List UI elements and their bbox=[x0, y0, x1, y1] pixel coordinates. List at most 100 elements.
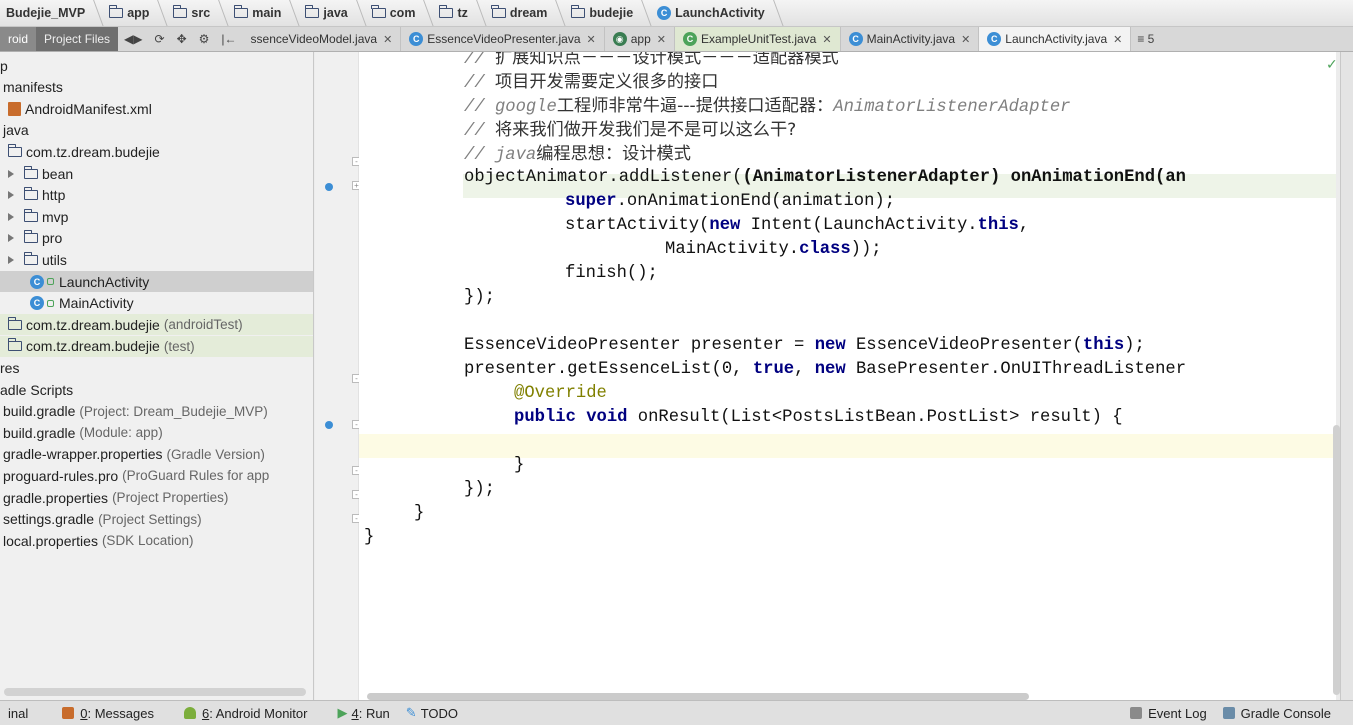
tree-node-label: http bbox=[42, 187, 66, 204]
close-tab-icon[interactable]: ✕ bbox=[961, 33, 970, 46]
editor-vertical-scrollbar[interactable] bbox=[1333, 425, 1340, 695]
run-icon: ▶ bbox=[337, 705, 348, 720]
code-line: // 项目开发需要定义很多的接口 bbox=[464, 70, 718, 94]
code-token: this bbox=[977, 216, 1019, 235]
class-icon: C bbox=[657, 6, 672, 20]
class-icon: C bbox=[682, 32, 697, 46]
project-tree-node[interactable]: AndroidManifest.xml bbox=[0, 98, 313, 119]
tree-node-label: manifests bbox=[3, 79, 63, 96]
close-tab-icon[interactable]: ✕ bbox=[587, 33, 596, 46]
inspection-ok-icon[interactable]: ✓ bbox=[1326, 56, 1338, 73]
code-token: // bbox=[464, 74, 495, 93]
breadcrumb-item[interactable]: C LaunchActivity bbox=[651, 0, 784, 26]
project-tree-node[interactable]: com.tz.dream.budejie bbox=[0, 141, 313, 162]
expand-arrow-icon[interactable] bbox=[8, 169, 14, 178]
editor-tab[interactable]: C LaunchActivity.java ✕ bbox=[979, 27, 1132, 51]
project-tree-node[interactable]: gradle.properties (Project Properties) bbox=[0, 487, 313, 508]
editor-tab[interactable]: ssenceVideoModel.java ✕ bbox=[243, 27, 402, 51]
breadcrumb-item[interactable]: budejie bbox=[565, 0, 653, 26]
right-tool-strip bbox=[1340, 52, 1353, 700]
project-tree-node[interactable]: res bbox=[0, 357, 313, 378]
code-line: @Override bbox=[514, 382, 607, 406]
scroll-from-source-icon[interactable]: ✥ bbox=[171, 27, 193, 51]
android-monitor-tool-button[interactable]: 6: Android Monitor bbox=[176, 706, 316, 721]
project-files-dropdown[interactable]: Project Files bbox=[36, 27, 119, 51]
toolbar-collapse-expand[interactable]: ◀▶ bbox=[118, 27, 148, 51]
editor-horizontal-scrollbar[interactable] bbox=[367, 693, 1029, 700]
breadcrumb-label: main bbox=[252, 6, 282, 20]
project-tree-node[interactable]: build.gradle (Project: Dream_Budejie_MVP) bbox=[0, 401, 313, 422]
project-tree-node[interactable]: gradle-wrapper.properties (Gradle Version… bbox=[0, 444, 313, 465]
gradle-console-button[interactable]: Gradle Console bbox=[1215, 706, 1339, 721]
project-tree-node[interactable]: C LaunchActivity bbox=[0, 271, 313, 292]
code-token: } bbox=[364, 528, 375, 547]
breadcrumb-item[interactable]: com bbox=[366, 0, 435, 26]
expand-arrow-icon[interactable] bbox=[8, 255, 14, 264]
run-label: : Run bbox=[358, 705, 390, 721]
event-log-button[interactable]: Event Log bbox=[1122, 706, 1215, 721]
android-toolwindow-button[interactable]: roid bbox=[0, 27, 37, 51]
project-tree-node[interactable]: proguard-rules.pro (ProGuard Rules for ap… bbox=[0, 465, 313, 486]
gear-icon[interactable]: ⚙ bbox=[193, 27, 216, 51]
editor-tab[interactable]: ◉ app ✕ bbox=[605, 27, 675, 51]
sync-icon[interactable]: ⟳ bbox=[149, 27, 171, 51]
override-icon[interactable] bbox=[325, 421, 333, 429]
project-tree-node[interactable]: bean bbox=[0, 163, 313, 184]
code-token: this bbox=[1082, 336, 1125, 355]
close-tab-icon[interactable]: ✕ bbox=[657, 33, 666, 46]
class-icon: C bbox=[409, 32, 424, 46]
tab-overflow-button[interactable]: ≡ 5 bbox=[1131, 27, 1160, 51]
close-tab-icon[interactable]: ✕ bbox=[822, 33, 831, 46]
breadcrumb-item[interactable]: java bbox=[299, 0, 367, 26]
implements-icon[interactable] bbox=[325, 183, 333, 191]
project-tree-node[interactable]: local.properties (SDK Location) bbox=[0, 530, 313, 551]
editor-tab[interactable]: C MainActivity.java ✕ bbox=[841, 27, 980, 51]
project-tree-node[interactable]: adle Scripts bbox=[0, 379, 313, 400]
code-line: EssenceVideoPresenter presenter = new Es… bbox=[464, 334, 1145, 358]
project-tree-node[interactable]: java bbox=[0, 120, 313, 141]
tree-node-label: LaunchActivity bbox=[59, 273, 150, 290]
project-tree-panel: p manifests AndroidManifest.xml java com.tz.… bbox=[0, 52, 314, 700]
code-token: (AnimatorListenerAdapter) onAnimationEnd… bbox=[742, 168, 1186, 187]
terminal-tool-button[interactable]: inal bbox=[0, 706, 36, 721]
breadcrumb-item[interactable]: dream bbox=[486, 0, 567, 26]
project-horizontal-scrollbar[interactable] bbox=[4, 688, 306, 696]
messages-tool-button[interactable]: 0: Messages bbox=[54, 706, 162, 721]
editor-tab[interactable]: C EssenceVideoPresenter.java ✕ bbox=[401, 27, 605, 51]
project-tree-node[interactable]: http bbox=[0, 185, 313, 206]
code-line: public void onResult(List<PostsListBean.… bbox=[514, 406, 1123, 430]
android-icon bbox=[183, 707, 196, 719]
project-tree-node[interactable]: C MainActivity bbox=[0, 293, 313, 314]
breadcrumb-item[interactable]: app bbox=[103, 0, 169, 26]
project-tree-node[interactable]: p bbox=[0, 55, 313, 76]
breadcrumb-item[interactable]: tz bbox=[433, 0, 487, 26]
package-folder-icon bbox=[23, 208, 38, 222]
todo-tool-button[interactable]: ✎ TODO bbox=[398, 705, 466, 721]
expand-arrow-icon[interactable] bbox=[8, 234, 14, 243]
breadcrumb-item[interactable]: Budejie_MVP bbox=[0, 0, 105, 26]
project-tree-node[interactable]: com.tz.dream.budejie (test) bbox=[0, 335, 313, 357]
close-tab-icon[interactable]: ✕ bbox=[1113, 33, 1122, 46]
expand-arrow-icon[interactable] bbox=[8, 212, 14, 221]
project-tree-node[interactable]: settings.gradle (Project Settings) bbox=[0, 509, 313, 530]
code-editor[interactable]: // 扩展知识点－－－设计模式－－－适配器模式// 项目开发需要定义很多的接口 /… bbox=[359, 52, 1336, 700]
project-tree-node[interactable]: utils bbox=[0, 249, 313, 270]
project-tree-node[interactable]: com.tz.dream.budejie (androidTest) bbox=[0, 314, 313, 336]
run-tool-button[interactable]: ▶ 4: Run bbox=[329, 705, 397, 721]
folder-icon bbox=[172, 5, 188, 18]
breadcrumb-label: LaunchActivity bbox=[675, 6, 765, 20]
code-line: super.onAnimationEnd(animation); bbox=[565, 190, 895, 214]
hide-panel-icon[interactable]: |← bbox=[215, 27, 242, 51]
code-line: // java编程思想：设计模式 bbox=[464, 142, 691, 166]
tree-node-label: local.properties bbox=[3, 532, 98, 549]
project-tree-node[interactable]: manifests bbox=[0, 77, 313, 98]
project-tree-node[interactable]: build.gradle (Module: app) bbox=[0, 422, 313, 443]
collapse-icon[interactable]: ◀▶ bbox=[124, 32, 142, 46]
breadcrumb-item[interactable]: main bbox=[228, 0, 301, 26]
project-tree-node[interactable]: pro bbox=[0, 228, 313, 249]
breadcrumb-item[interactable]: src bbox=[167, 0, 230, 26]
editor-tab[interactable]: C ExampleUnitTest.java ✕ bbox=[674, 27, 841, 51]
project-tree-node[interactable]: mvp bbox=[0, 206, 313, 227]
expand-arrow-icon[interactable] bbox=[8, 191, 14, 200]
close-tab-icon[interactable]: ✕ bbox=[383, 33, 392, 46]
